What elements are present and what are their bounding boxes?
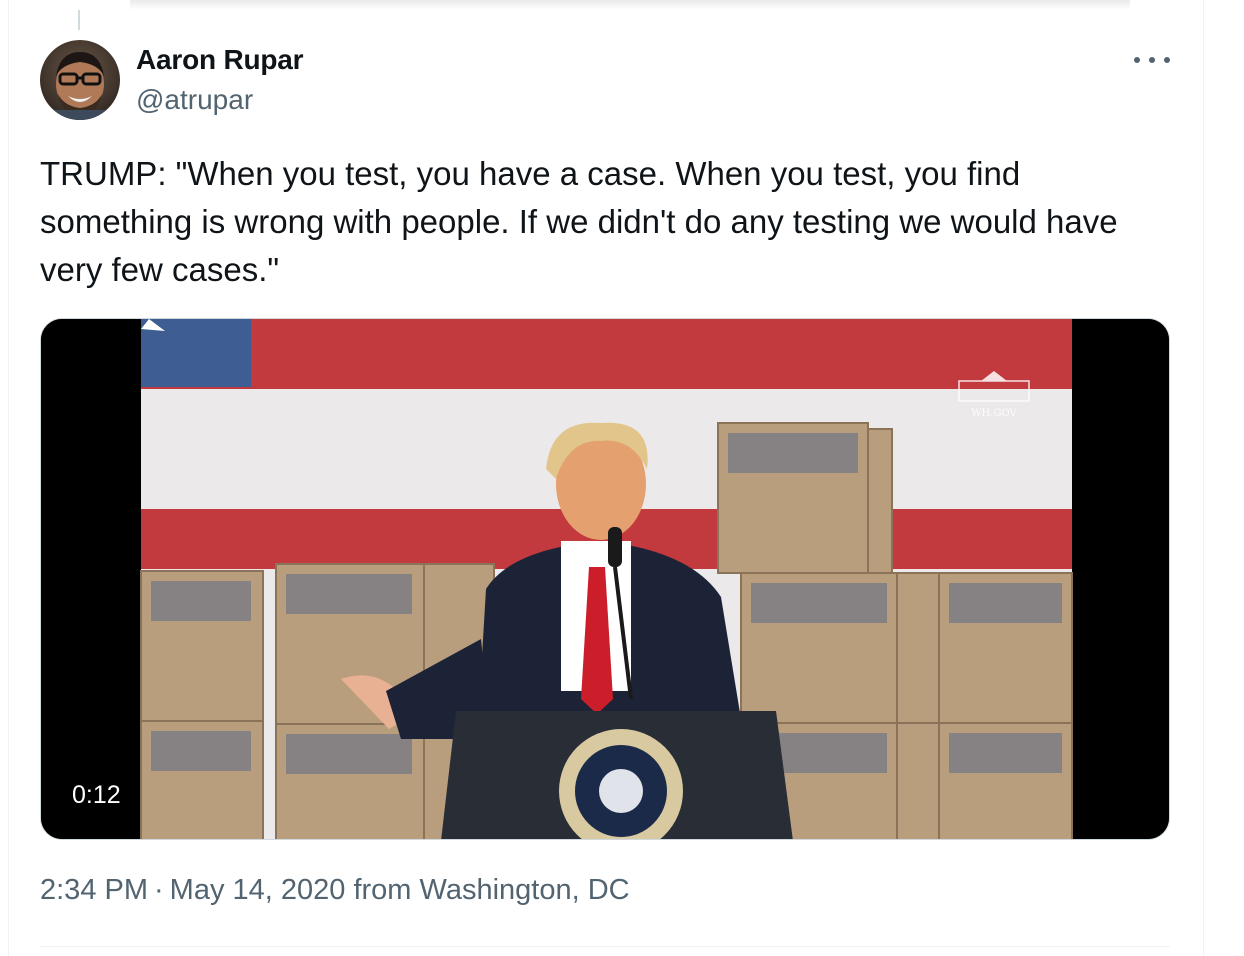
more-dot <box>1149 57 1155 63</box>
previous-tweet-edge <box>130 0 1130 10</box>
divider <box>40 946 1170 947</box>
tweet-meta: 2:34 PM · May 14, 2020 from Washington, DC <box>40 874 630 907</box>
timeline-border-right <box>1203 0 1204 956</box>
avatar[interactable] <box>40 40 120 120</box>
timeline-border-left <box>8 0 9 956</box>
thread-connector-line <box>78 10 80 30</box>
video-duration-badge: 0:12 <box>62 776 131 814</box>
tweet-date[interactable]: May 14, 2020 <box>170 874 346 906</box>
tweet-text: TRUMP: "When you test, you have a case. … <box>40 155 1127 288</box>
author-name[interactable]: Aaron Rupar <box>136 44 304 76</box>
author-handle[interactable]: @atrupar <box>136 84 253 116</box>
video-player[interactable]: WH.GOV <box>40 318 1170 840</box>
podium <box>441 711 793 839</box>
more-dot <box>1164 57 1170 63</box>
meta-separator: · <box>154 874 164 906</box>
tweet-time[interactable]: 2:34 PM <box>40 874 148 906</box>
tweet-page: Aaron Rupar @atrupar TRUMP: "When you te… <box>0 0 1244 956</box>
more-options-icon[interactable] <box>1134 48 1170 72</box>
tweet-location: from Washington, DC <box>353 874 630 906</box>
more-dot <box>1134 57 1140 63</box>
avatar-image <box>40 40 120 120</box>
video-frame: WH.GOV <box>41 319 1169 839</box>
watermark-text: WH.GOV <box>971 408 1017 419</box>
